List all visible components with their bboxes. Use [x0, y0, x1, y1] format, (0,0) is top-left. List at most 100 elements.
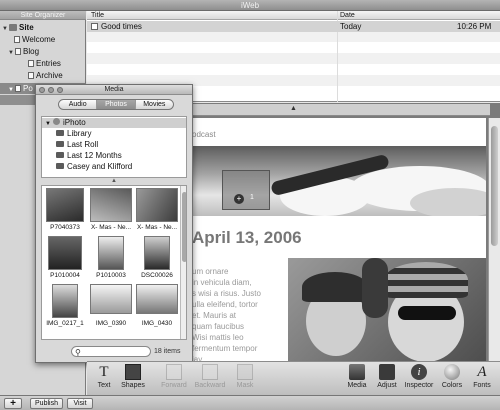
photo-thumbnail[interactable]	[46, 188, 84, 222]
publish-button[interactable]: Publish	[30, 398, 63, 409]
photo-item[interactable]: P1010004	[42, 234, 88, 282]
media-search-field[interactable]: ⚲	[71, 346, 151, 357]
media-window-titlebar[interactable]: Media	[36, 85, 192, 95]
color-wheel-icon	[444, 364, 460, 380]
body-text-line[interactable]: ulla eleifend, tortor	[192, 299, 287, 310]
sidebar-item-site[interactable]: ▼ Site	[2, 22, 34, 33]
zoom-window-icon[interactable]	[57, 87, 63, 93]
shapes-button[interactable]: Shapes	[119, 364, 147, 389]
fonts-button[interactable]: A Fonts	[469, 364, 495, 389]
collapse-arrow-icon[interactable]: ▲	[290, 105, 297, 112]
blog-date-heading[interactable]: April 13, 2006	[192, 228, 302, 248]
tab-audio[interactable]: Audio	[59, 100, 98, 109]
body-text-line[interactable]: quam faucibus	[192, 321, 287, 332]
body-text-line[interactable]: in vehicula diam,	[192, 277, 287, 288]
sidebar-item-blog[interactable]: ▼ Blog	[8, 46, 39, 57]
photo-thumbnail[interactable]	[48, 236, 82, 270]
photo-item[interactable]: P1010003	[88, 234, 134, 282]
photo-caption: P1010003	[96, 272, 126, 279]
podcast-label: odcast	[192, 130, 216, 139]
sidebar-item-welcome[interactable]: Welcome	[14, 34, 55, 45]
entry-photo[interactable]	[288, 258, 486, 361]
source-iphoto[interactable]: ▼ iPhoto	[42, 118, 186, 128]
iphoto-icon	[52, 118, 60, 125]
media-source-list: ▼ iPhoto Library Last Roll Last 12 Months…	[41, 116, 187, 178]
disclosure-down-icon[interactable]: ▼	[45, 121, 51, 127]
tab-movies[interactable]: Movies	[136, 100, 173, 109]
sidebar-item-archive[interactable]: Archive	[28, 70, 63, 81]
editor-toolbar: T Text Shapes Forward Backward Mask Medi…	[87, 361, 500, 395]
photo-caption: IMG_0390	[95, 320, 127, 327]
sidebar-item-entries[interactable]: Entries	[28, 58, 61, 69]
photo-item[interactable]: X- Mas - Ne...	[134, 186, 180, 234]
colors-button[interactable]: Colors	[439, 364, 465, 389]
scroll-thumb[interactable]	[491, 126, 498, 246]
body-text-line[interactable]: fermentum tempor	[192, 343, 287, 354]
photo-thumbnail[interactable]	[136, 188, 178, 222]
sidebar-item-label: Site	[19, 23, 34, 32]
photo-item[interactable]: IMG_0390	[88, 282, 134, 330]
photo-thumbnail[interactable]	[144, 236, 170, 270]
roll-icon	[56, 141, 64, 147]
body-text-line[interactable]: jay	[192, 354, 287, 361]
canvas-scrollbar[interactable]	[488, 118, 500, 361]
add-page-button[interactable]: +	[4, 398, 22, 409]
window-title: iWeb	[240, 1, 260, 10]
body-text-line[interactable]: s wisi a risus. Justo	[192, 288, 287, 299]
photo-thumbnail[interactable]	[52, 284, 78, 318]
bring-forward-button[interactable]: Forward	[159, 364, 189, 389]
media-button[interactable]: Media	[345, 364, 369, 389]
scroll-thumb[interactable]	[182, 192, 186, 262]
close-window-icon[interactable]	[39, 87, 45, 93]
adjust-button[interactable]: Adjust	[374, 364, 400, 389]
bring-forward-icon	[166, 364, 182, 380]
mask-icon	[237, 364, 253, 380]
media-window-title: Media	[104, 86, 124, 93]
photo-item[interactable]: P7040373	[42, 186, 88, 234]
photo-thumbnail[interactable]	[136, 284, 178, 314]
body-text-line[interactable]: Wisi mattis leo	[192, 332, 287, 343]
photo-grid-scrollbar[interactable]	[180, 186, 186, 339]
disclosure-down-icon[interactable]: ▼	[2, 24, 9, 35]
tab-photos[interactable]: Photos	[97, 100, 136, 109]
photo-caption: X- Mas - Ne...	[136, 224, 178, 231]
body-text-line[interactable]: um ornare	[192, 266, 287, 277]
source-last-roll[interactable]: Last Roll	[56, 140, 98, 150]
photo-item[interactable]: IMG_0217_1	[42, 282, 88, 330]
visit-button[interactable]: Visit	[67, 398, 93, 409]
site-icon	[9, 24, 17, 31]
photo-item[interactable]: DSC00026	[134, 234, 180, 282]
text-box-icon: T	[99, 364, 109, 380]
inspector-button[interactable]: i Inspector	[403, 364, 435, 389]
source-album[interactable]: Casey and Klifford	[56, 162, 132, 172]
iweb-window: iWeb Site Organizer ▼ Site Welcome ▼ Blog …	[0, 0, 500, 410]
table-row[interactable]: Good times Today 10:26 PM	[87, 21, 500, 32]
splitter-grip-icon[interactable]: ▲	[111, 178, 117, 184]
webpage-canvas[interactable]: odcast + 1 April 13, 2006 um ornare in v…	[170, 118, 486, 361]
toolbar-label: Forward	[161, 382, 187, 389]
body-text-line[interactable]: et. Mauris at	[192, 310, 287, 321]
photo-caption: P1010004	[50, 272, 80, 279]
photo-thumbnail[interactable]	[90, 284, 132, 314]
entry-time: 10:26 PM	[457, 22, 492, 31]
send-backward-button[interactable]: Backward	[193, 364, 227, 389]
source-last-12-months[interactable]: Last 12 Months	[56, 151, 122, 161]
toolbar-label: Backward	[194, 382, 226, 389]
site-organizer-header: Site Organizer	[0, 11, 86, 20]
photo-thumbnail[interactable]	[98, 236, 124, 270]
photo-caption: X- Mas - Ne...	[90, 224, 132, 231]
photo-thumbnail[interactable]	[90, 188, 132, 222]
text-button[interactable]: T Text	[93, 364, 115, 389]
source-library[interactable]: Library	[56, 129, 91, 139]
photo-item[interactable]: X- Mas - Ne...	[88, 186, 134, 234]
search-icon: ⚲	[75, 348, 81, 357]
column-header-title[interactable]: Title	[91, 11, 104, 20]
disclosure-down-icon[interactable]: ▼	[8, 48, 15, 59]
photo-item[interactable]: IMG_0430	[134, 282, 180, 330]
entry-title: Good times	[101, 22, 142, 31]
library-icon	[56, 130, 64, 136]
column-header-date[interactable]: Date	[340, 11, 355, 20]
minimize-window-icon[interactable]	[48, 87, 54, 93]
header-photo[interactable]: + 1	[170, 146, 486, 216]
mask-button[interactable]: Mask	[232, 364, 258, 389]
